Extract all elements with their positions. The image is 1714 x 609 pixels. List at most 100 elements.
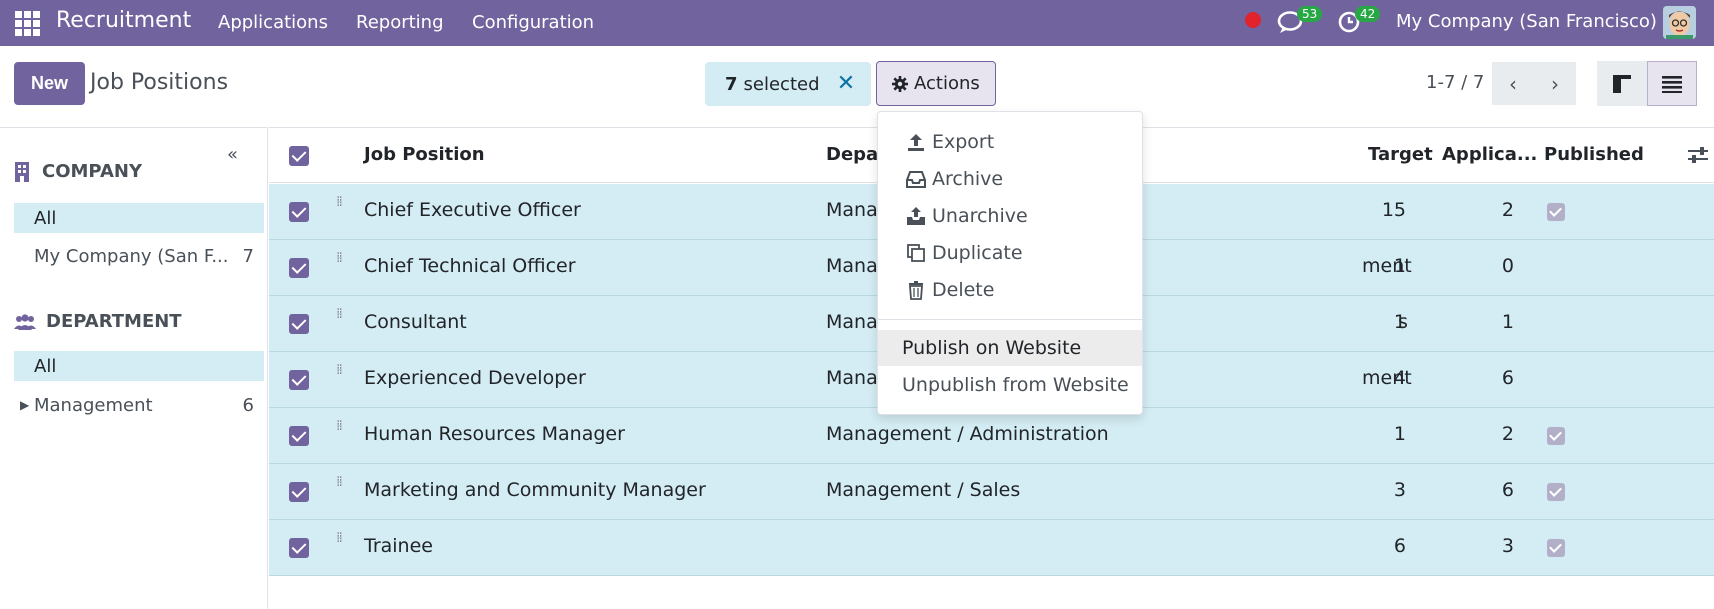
pager-previous-button[interactable]: ‹ [1492, 62, 1534, 105]
department-cell[interactable]: Mana [826, 255, 878, 277]
search-panel-sidebar: « COMPANY All My Company (San F... 7 DEP… [0, 127, 268, 609]
job-position-cell[interactable]: Human Resources Manager [364, 423, 625, 445]
column-published[interactable]: Published [1544, 144, 1644, 165]
applications-cell[interactable]: 6 [1502, 367, 1514, 389]
department-cell[interactable]: Management / Sales [826, 479, 1020, 501]
published-checkbox [1547, 203, 1565, 221]
select-all-checkbox[interactable] [289, 146, 309, 166]
menu-item-unarchive[interactable]: Unarchive [878, 198, 1142, 234]
collapse-sidebar-icon[interactable]: « [227, 144, 238, 165]
company-filter-all-label: All [34, 207, 57, 229]
new-button[interactable]: New [14, 62, 85, 105]
drag-handle-icon[interactable]: ⁞⁞ [336, 363, 346, 385]
row-checkbox[interactable] [289, 482, 309, 502]
pager-next-button[interactable]: › [1534, 62, 1576, 105]
job-position-cell[interactable]: Consultant [364, 311, 467, 333]
column-applications[interactable]: Applica... [1442, 144, 1537, 165]
drag-handle-icon[interactable]: ⁞⁞ [336, 531, 346, 553]
drag-handle-icon[interactable]: ⁞⁞ [336, 419, 346, 441]
target-cell: 15 [1381, 199, 1406, 221]
menu-item-export-label: Export [932, 131, 995, 153]
department-filter-all-label: All [34, 355, 57, 377]
row-checkbox[interactable] [289, 314, 309, 334]
selected-count: 7 [725, 73, 738, 95]
drag-handle-icon[interactable]: ⁞⁞ [336, 475, 346, 497]
department-cell[interactable]: Management / Administration [826, 423, 1109, 445]
copy-icon [907, 244, 925, 262]
actions-dropdown-menu: Export Archive Unarchive Duplicate Delet… [877, 111, 1143, 415]
menu-item-duplicate[interactable]: Duplicate [878, 235, 1142, 271]
unarchive-icon [907, 207, 925, 225]
menu-item-archive[interactable]: Archive [878, 161, 1142, 197]
published-checkbox [1547, 483, 1565, 501]
gear-icon [892, 75, 908, 92]
company-filter-all[interactable]: All [14, 203, 264, 233]
department-filter-all[interactable]: All [14, 351, 264, 381]
menu-item-unpublish-from-website[interactable]: Unpublish from Website [878, 367, 1142, 403]
actions-button[interactable]: Actions [876, 61, 996, 106]
optional-columns-sliders-icon[interactable] [1687, 144, 1709, 166]
menu-applications[interactable]: Applications [218, 12, 328, 33]
target-cell: 4 [1393, 367, 1406, 389]
published-checkbox [1547, 427, 1565, 445]
department-filter-label: Management [34, 394, 153, 416]
target-cell: 1 [1393, 311, 1406, 333]
menu-item-export[interactable]: Export [878, 124, 1142, 160]
applications-cell[interactable]: 2 [1502, 423, 1514, 445]
row-checkbox[interactable] [289, 426, 309, 446]
menu-reporting[interactable]: Reporting [356, 12, 444, 33]
applications-cell[interactable]: 6 [1502, 479, 1514, 501]
company-filter-count: 7 [242, 245, 254, 267]
menu-item-delete-label: Delete [932, 279, 995, 301]
recording-indicator-icon[interactable] [1245, 12, 1261, 28]
drag-handle-icon[interactable]: ⁞⁞ [336, 251, 346, 273]
column-job-position[interactable]: Job Position [364, 144, 485, 165]
company-switcher[interactable]: My Company (San Francisco) [1396, 11, 1657, 32]
table-row[interactable]: ⁞⁞ Trainee 6 3 [269, 520, 1714, 576]
menu-item-publish-on-website[interactable]: Publish on Website [878, 330, 1142, 366]
drag-handle-icon[interactable]: ⁞⁞ [336, 307, 346, 329]
job-position-cell[interactable]: Experienced Developer [364, 367, 586, 389]
applications-cell[interactable]: 3 [1502, 535, 1514, 557]
row-checkbox[interactable] [289, 202, 309, 222]
app-name[interactable]: Recruitment [56, 8, 191, 33]
department-header-label: DEPARTMENT [46, 311, 182, 332]
job-position-cell[interactable]: Chief Technical Officer [364, 255, 576, 277]
drag-handle-icon[interactable]: ⁞⁞ [336, 195, 346, 217]
row-checkbox[interactable] [289, 258, 309, 278]
pager-value[interactable]: 1-7 / 7 [1426, 72, 1484, 93]
job-position-cell[interactable]: Trainee [364, 535, 433, 557]
row-checkbox[interactable] [289, 370, 309, 390]
job-position-cell[interactable]: Marketing and Community Manager [364, 479, 706, 501]
applications-cell[interactable]: 1 [1502, 311, 1514, 333]
department-filter-management[interactable]: ▶ Management 6 [14, 390, 264, 420]
company-filter-my-company[interactable]: My Company (San F... 7 [14, 241, 264, 271]
chevron-left-icon: ‹ [1509, 71, 1517, 96]
menu-item-unarchive-label: Unarchive [932, 205, 1028, 227]
applications-cell[interactable]: 2 [1502, 199, 1514, 221]
page-title: Job Positions [90, 70, 229, 95]
company-section-header: COMPANY [14, 161, 142, 182]
upload-icon [908, 134, 924, 151]
kanban-view-button[interactable] [1597, 61, 1647, 106]
apps-menu-icon[interactable] [15, 11, 40, 36]
row-checkbox[interactable] [289, 538, 309, 558]
unselect-all-close-icon[interactable]: ✕ [833, 71, 859, 97]
selection-indicator: 7 selected ✕ [705, 62, 871, 106]
table-row[interactable]: ⁞⁞ Human Resources Manager Management / Ad… [269, 408, 1714, 464]
caret-right-icon[interactable]: ▶ [20, 398, 29, 412]
department-cell[interactable]: Mana [826, 199, 878, 221]
table-row[interactable]: ⁞⁞ Marketing and Community Manager Managem… [269, 464, 1714, 520]
user-avatar[interactable] [1663, 6, 1696, 39]
job-position-cell[interactable]: Chief Executive Officer [364, 199, 581, 221]
list-view-button[interactable] [1647, 61, 1697, 106]
department-cell[interactable]: Mana [826, 367, 878, 389]
department-cell[interactable]: Mana [826, 311, 878, 333]
column-target[interactable]: Target [1368, 144, 1433, 165]
company-header-label: COMPANY [42, 161, 142, 182]
menu-item-delete[interactable]: Delete [878, 272, 1142, 308]
activity-count-badge: 42 [1355, 6, 1381, 22]
chat-count-badge: 53 [1297, 6, 1323, 22]
menu-configuration[interactable]: Configuration [472, 12, 594, 33]
applications-cell[interactable]: 0 [1502, 255, 1514, 277]
